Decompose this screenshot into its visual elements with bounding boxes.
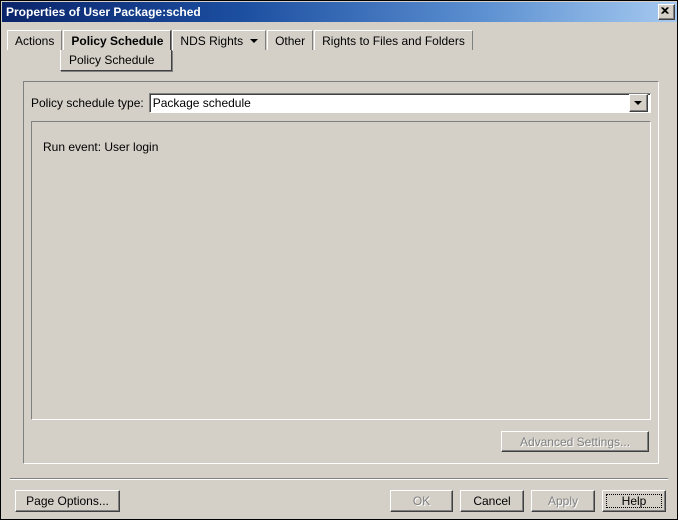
page-options-button[interactable]: Page Options...: [15, 490, 120, 512]
tab-label: NDS Rights: [180, 33, 244, 48]
tab-policy-schedule[interactable]: Policy Schedule: [63, 30, 172, 50]
ok-label: OK: [412, 494, 431, 508]
help-label: Help: [621, 494, 647, 508]
tab-dropdown-menu-label: Policy Schedule: [69, 53, 155, 67]
tab-rights-to-files-and-folders[interactable]: Rights to Files and Folders: [314, 30, 473, 50]
tab-actions[interactable]: Actions: [7, 30, 63, 50]
apply-label: Apply: [547, 494, 579, 508]
advanced-settings-label: Advanced Settings...: [519, 434, 631, 449]
cancel-label: Cancel: [473, 494, 511, 508]
tab-other[interactable]: Other: [267, 30, 314, 50]
ok-button[interactable]: OK: [390, 490, 453, 512]
help-button[interactable]: Help: [602, 490, 666, 512]
window-title: Properties of User Package:sched: [6, 5, 201, 19]
chevron-down-icon: [250, 38, 259, 43]
close-glyph: [661, 7, 669, 14]
tab-label: Other: [275, 33, 306, 48]
run-event-text: Run event: User login: [43, 140, 159, 154]
tab-label: Actions: [15, 33, 55, 48]
tab-strip: Actions Policy Schedule NDS Rights Other…: [7, 30, 474, 50]
tab-label: Rights to Files and Folders: [322, 33, 465, 48]
page-options-label: Page Options...: [26, 494, 109, 508]
close-icon[interactable]: [658, 4, 675, 20]
schedule-details-area: [31, 121, 651, 420]
tab-nds-rights[interactable]: NDS Rights: [172, 30, 267, 50]
title-bar: Properties of User Package:sched: [2, 2, 677, 22]
schedule-type-value: Package schedule: [152, 96, 251, 110]
advanced-settings-button[interactable]: Advanced Settings...: [501, 431, 649, 452]
schedule-type-combobox[interactable]: Package schedule: [148, 93, 651, 113]
dialog-window: Properties of User Package:sched Actions…: [0, 0, 678, 520]
chevron-down-icon[interactable]: [629, 94, 648, 112]
apply-button[interactable]: Apply: [531, 490, 595, 512]
divider: [10, 478, 668, 480]
schedule-type-row: Policy schedule type: Package schedule: [31, 93, 651, 113]
tab-dropdown-menu-item[interactable]: Policy Schedule: [60, 50, 172, 71]
tab-label: Policy Schedule: [71, 33, 164, 48]
cancel-button[interactable]: Cancel: [460, 490, 524, 512]
schedule-type-label: Policy schedule type:: [31, 96, 144, 110]
